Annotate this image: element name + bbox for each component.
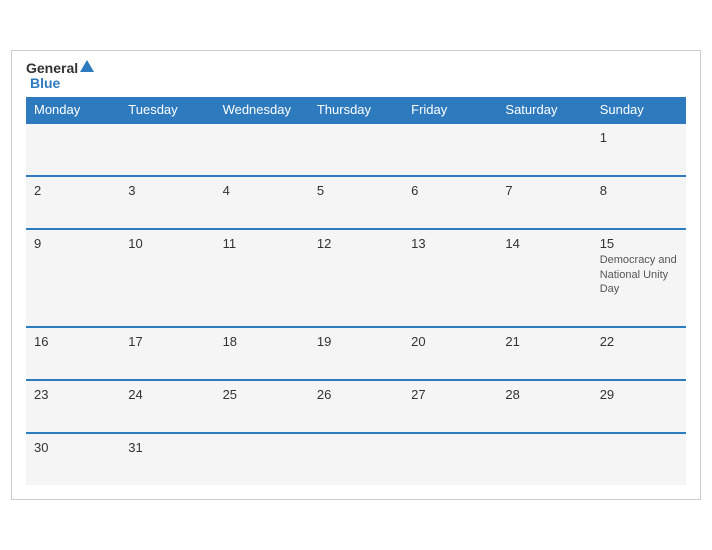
day-number: 2: [34, 183, 112, 198]
calendar-day-cell: 3: [120, 176, 214, 229]
calendar-day-cell: [120, 123, 214, 176]
calendar-week-row: 1: [26, 123, 686, 176]
day-number: 8: [600, 183, 678, 198]
calendar-day-cell: 16: [26, 327, 120, 380]
day-number: 23: [34, 387, 112, 402]
day-number: 17: [128, 334, 206, 349]
calendar-day-cell: 7: [497, 176, 591, 229]
day-number: 22: [600, 334, 678, 349]
calendar-day-cell: [497, 433, 591, 485]
day-number: 20: [411, 334, 489, 349]
calendar-day-cell: 17: [120, 327, 214, 380]
day-number: 13: [411, 236, 489, 251]
calendar-day-cell: 30: [26, 433, 120, 485]
day-number: 16: [34, 334, 112, 349]
day-number: 15: [600, 236, 678, 251]
calendar-day-cell: 28: [497, 380, 591, 433]
calendar-day-cell: 13: [403, 229, 497, 327]
day-number: 10: [128, 236, 206, 251]
calendar-day-cell: 8: [592, 176, 686, 229]
calendar-day-cell: 26: [309, 380, 403, 433]
calendar-day-cell: [592, 433, 686, 485]
calendar-week-row: 23 24 25 26 27 28 29: [26, 380, 686, 433]
calendar-week-row: 9 10 11 12 13 14 15 Democracy and National Unit…: [26, 229, 686, 327]
calendar-week-row: 30 31: [26, 433, 686, 485]
day-number: 12: [317, 236, 395, 251]
logo-triangle-icon: [80, 60, 94, 72]
day-number: 19: [317, 334, 395, 349]
calendar-day-cell: 4: [215, 176, 309, 229]
calendar-day-cell: 10: [120, 229, 214, 327]
weekday-header-monday: Monday: [26, 97, 120, 123]
calendar-day-cell: [403, 433, 497, 485]
calendar-day-cell: 15 Democracy and National Unity Day: [592, 229, 686, 327]
calendar-day-cell: 1: [592, 123, 686, 176]
calendar-day-cell: 19: [309, 327, 403, 380]
calendar-day-cell: [215, 433, 309, 485]
weekday-header-friday: Friday: [403, 97, 497, 123]
calendar-day-cell: 5: [309, 176, 403, 229]
day-number: 28: [505, 387, 583, 402]
day-number: 9: [34, 236, 112, 251]
calendar-table: MondayTuesdayWednesdayThursdayFridaySatu…: [26, 97, 686, 485]
day-number: 7: [505, 183, 583, 198]
calendar-day-cell: [403, 123, 497, 176]
day-number: 1: [600, 130, 678, 145]
weekday-header-thursday: Thursday: [309, 97, 403, 123]
calendar-day-cell: 22: [592, 327, 686, 380]
weekday-header-sunday: Sunday: [592, 97, 686, 123]
calendar-day-cell: 24: [120, 380, 214, 433]
calendar-day-cell: [497, 123, 591, 176]
day-number: 24: [128, 387, 206, 402]
day-number: 6: [411, 183, 489, 198]
calendar-day-cell: 27: [403, 380, 497, 433]
weekday-header-wednesday: Wednesday: [215, 97, 309, 123]
calendar-day-cell: 20: [403, 327, 497, 380]
calendar-day-cell: 29: [592, 380, 686, 433]
weekday-header-tuesday: Tuesday: [120, 97, 214, 123]
weekday-header-saturday: Saturday: [497, 97, 591, 123]
logo-general-text: General: [26, 61, 78, 76]
calendar-day-cell: [26, 123, 120, 176]
calendar-day-cell: 21: [497, 327, 591, 380]
calendar-day-cell: 11: [215, 229, 309, 327]
day-number: 27: [411, 387, 489, 402]
day-number: 31: [128, 440, 206, 455]
holiday-text: Democracy and National Unity Day: [600, 253, 678, 296]
calendar-day-cell: [309, 123, 403, 176]
logo-blue-text: Blue: [30, 75, 60, 91]
day-number: 21: [505, 334, 583, 349]
calendar-day-cell: [309, 433, 403, 485]
day-number: 25: [223, 387, 301, 402]
logo: General Blue: [26, 61, 95, 92]
calendar-day-cell: 9: [26, 229, 120, 327]
calendar-day-cell: 6: [403, 176, 497, 229]
calendar-header: General Blue: [26, 61, 686, 92]
day-number: 18: [223, 334, 301, 349]
day-number: 5: [317, 183, 395, 198]
calendar-day-cell: 18: [215, 327, 309, 380]
day-number: 14: [505, 236, 583, 251]
calendar-day-cell: 25: [215, 380, 309, 433]
calendar-week-row: 2 3 4 5 6 7 8: [26, 176, 686, 229]
day-number: 29: [600, 387, 678, 402]
day-number: 3: [128, 183, 206, 198]
calendar-week-row: 16 17 18 19 20 21 22: [26, 327, 686, 380]
calendar-container: General Blue MondayTuesdayWednesdayThurs…: [11, 50, 701, 501]
calendar-day-cell: 2: [26, 176, 120, 229]
calendar-day-cell: 31: [120, 433, 214, 485]
calendar-day-cell: 23: [26, 380, 120, 433]
logo-wrapper: General Blue: [26, 61, 95, 92]
day-number: 26: [317, 387, 395, 402]
day-number: 11: [223, 236, 301, 251]
day-number: 30: [34, 440, 112, 455]
weekday-header-row: MondayTuesdayWednesdayThursdayFridaySatu…: [26, 97, 686, 123]
calendar-day-cell: 14: [497, 229, 591, 327]
day-number: 4: [223, 183, 301, 198]
calendar-day-cell: 12: [309, 229, 403, 327]
calendar-day-cell: [215, 123, 309, 176]
